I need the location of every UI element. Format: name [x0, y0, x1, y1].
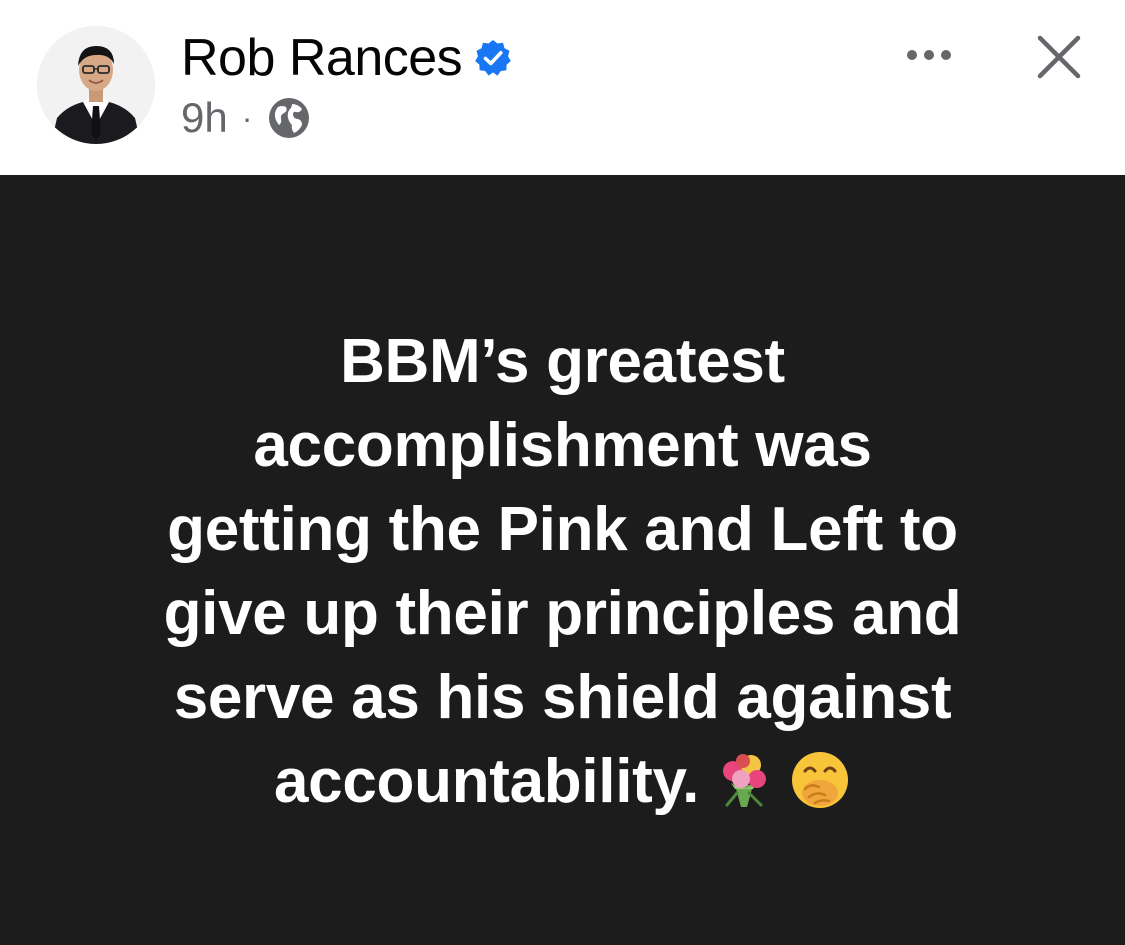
post-text-last-line: accountability. [60, 740, 1065, 824]
post-viewer: Rob Rances 9h · BBM’s greatest accomplis… [0, 0, 1125, 945]
post-text-line: getting the Pink and Left to [167, 495, 958, 564]
post-text-line: accomplishment was [253, 411, 872, 480]
post-timestamp[interactable]: 9h [181, 94, 228, 142]
more-horizontal-icon [907, 50, 951, 60]
close-button[interactable] [1030, 28, 1088, 86]
globe-icon[interactable] [266, 95, 312, 141]
author-name[interactable]: Rob Rances [181, 28, 463, 88]
verified-badge-icon [474, 39, 512, 77]
post-header: Rob Rances 9h · [0, 0, 1125, 175]
bouquet-emoji [713, 749, 775, 811]
face-with-hand-over-mouth-emoji [789, 749, 851, 811]
post-text-line: serve as his shield against [173, 663, 952, 732]
more-options-button[interactable] [894, 35, 964, 75]
close-icon [1037, 35, 1081, 79]
post-meta: 9h · [181, 92, 312, 144]
author-row: Rob Rances [181, 28, 512, 88]
post-text: BBM’s greatest accomplishment was gettin… [60, 320, 1065, 824]
post-text-line: BBM’s greatest [340, 327, 785, 396]
post-text-line: give up their principles and [163, 579, 962, 648]
avatar[interactable] [37, 26, 155, 144]
avatar-image [37, 26, 155, 144]
meta-separator: · [241, 99, 253, 136]
post-text-line: accountability. [274, 747, 699, 816]
